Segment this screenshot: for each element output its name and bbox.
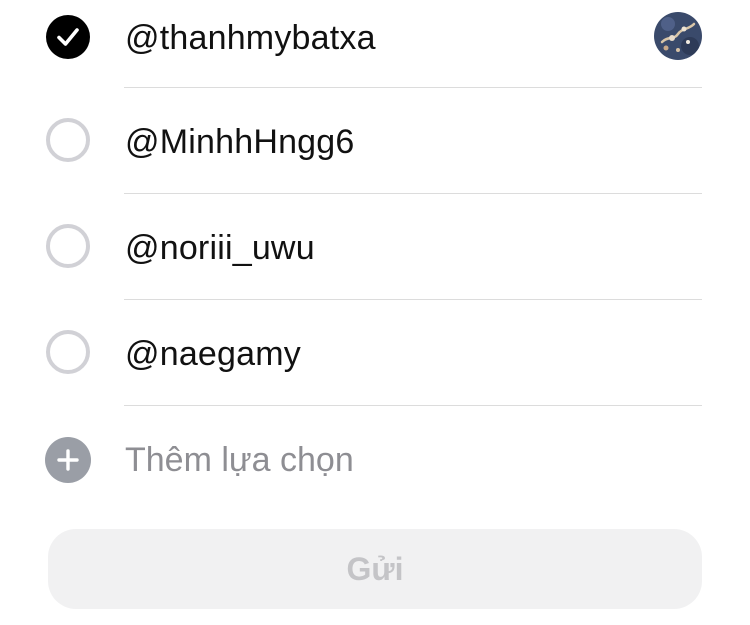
radio-unchecked-icon[interactable]: [46, 224, 90, 268]
checkmark-icon[interactable]: [46, 15, 90, 59]
poll-option-list: @thanhmybatxa @MinhhHngg6 @noriii_uwu @n…: [0, 0, 750, 406]
avatar: [654, 12, 702, 60]
option-label: @noriii_uwu: [125, 229, 315, 267]
send-button[interactable]: Gửi: [48, 529, 702, 609]
radio-unchecked-icon[interactable]: [46, 118, 90, 162]
add-option-label: Thêm lựa chọn: [125, 441, 354, 479]
option-label: @naegamy: [125, 335, 301, 373]
poll-option-4[interactable]: @naegamy: [0, 300, 750, 406]
option-label: @MinhhHngg6: [125, 123, 355, 161]
poll-option-3[interactable]: @noriii_uwu: [0, 194, 750, 300]
add-option-row[interactable]: Thêm lựa chọn: [0, 406, 750, 514]
poll-option-2[interactable]: @MinhhHngg6: [0, 88, 750, 194]
plus-icon[interactable]: [45, 437, 91, 483]
radio-unchecked-icon[interactable]: [46, 330, 90, 374]
option-label: @thanhmybatxa: [125, 19, 376, 57]
poll-option-1[interactable]: @thanhmybatxa: [0, 0, 750, 88]
